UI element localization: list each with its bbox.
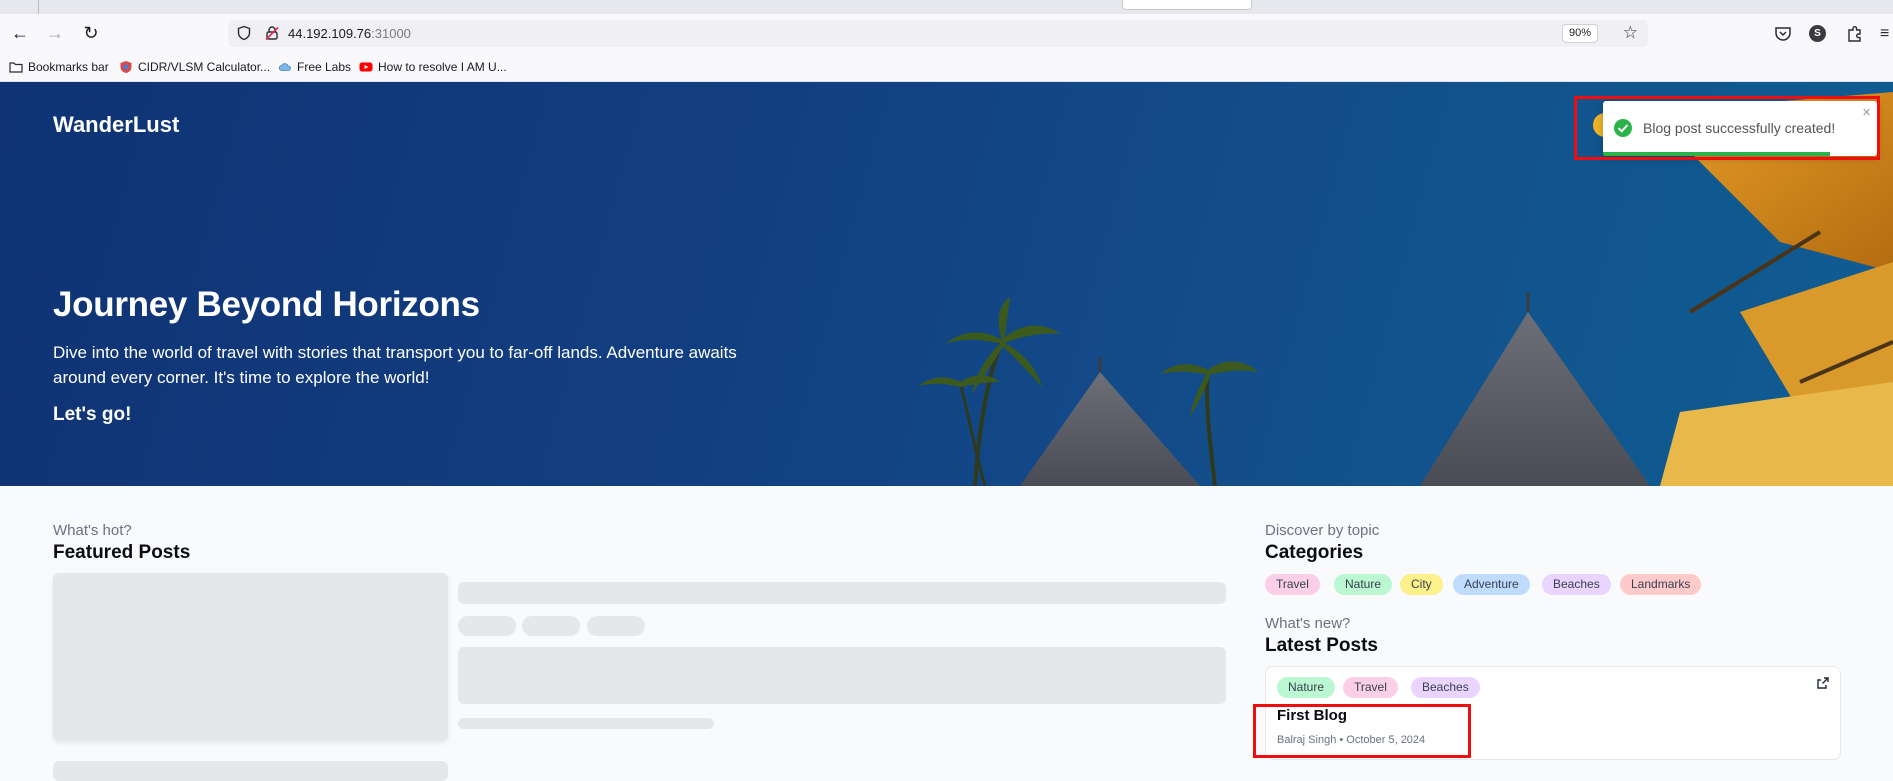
reload-button[interactable]: ↻ bbox=[80, 22, 102, 44]
profile-avatar[interactable]: S bbox=[1809, 25, 1826, 42]
navigation-toolbar: ← → ↻ 44.192.109.76:31000 90% ☆ S ≡ bbox=[0, 14, 1893, 52]
categories-eyebrow: Discover by topic bbox=[1265, 522, 1380, 539]
bookmark-item-free-labs[interactable]: Free Labs bbox=[278, 59, 351, 75]
forward-button[interactable]: → bbox=[44, 22, 66, 44]
zoom-level-badge[interactable]: 90% bbox=[1561, 24, 1598, 43]
site-logo[interactable]: WanderLust bbox=[53, 112, 179, 138]
bookmark-label: Bookmarks bar bbox=[28, 60, 109, 74]
address-bar[interactable]: 44.192.109.76:31000 90% ☆ bbox=[228, 20, 1648, 47]
youtube-icon bbox=[359, 62, 373, 72]
extensions-puzzle-icon[interactable] bbox=[1845, 24, 1865, 44]
bookmark-label: How to resolve I AM U... bbox=[378, 60, 507, 74]
bookmark-item-cidr-calculator[interactable]: CIDR/VLSM Calculator... bbox=[119, 59, 270, 75]
url-port: :31000 bbox=[371, 26, 411, 41]
bookmark-item-bookmarks-bar[interactable]: Bookmarks bar bbox=[9, 59, 109, 75]
category-chip-city[interactable]: City bbox=[1400, 574, 1443, 595]
annotation-highlight-toast bbox=[1574, 96, 1880, 160]
lets-go-link[interactable]: Let's go! bbox=[53, 404, 131, 426]
tab-strip bbox=[0, 0, 1893, 14]
post-tag-travel[interactable]: Travel bbox=[1343, 677, 1398, 698]
shield-icon[interactable] bbox=[236, 25, 252, 41]
insecure-lock-icon[interactable] bbox=[264, 25, 280, 41]
site-favicon bbox=[120, 61, 132, 73]
pocket-icon[interactable] bbox=[1773, 24, 1793, 44]
latest-eyebrow: What's new? bbox=[1265, 615, 1351, 632]
url-text[interactable]: 44.192.109.76:31000 bbox=[288, 26, 411, 41]
featured-image-skeleton-next bbox=[53, 761, 448, 781]
external-link-icon[interactable] bbox=[1816, 676, 1830, 690]
featured-eyebrow: What's hot? bbox=[53, 522, 132, 539]
bookmarks-toolbar: Bookmarks bar CIDR/VLSM Calculator... Fr… bbox=[0, 52, 1893, 82]
post-tag-nature[interactable]: Nature bbox=[1277, 677, 1336, 698]
category-chip-travel[interactable]: Travel bbox=[1265, 574, 1320, 595]
category-chip-beaches[interactable]: Beaches bbox=[1542, 574, 1611, 595]
bookmark-star-icon[interactable]: ☆ bbox=[1623, 24, 1638, 42]
featured-title-skeleton bbox=[458, 582, 1226, 604]
back-button[interactable]: ← bbox=[9, 22, 31, 44]
featured-title: Featured Posts bbox=[53, 542, 191, 563]
category-chip-adventure[interactable]: Adventure bbox=[1453, 574, 1530, 595]
annotation-highlight-post bbox=[1253, 704, 1471, 758]
category-chip-landmarks[interactable]: Landmarks bbox=[1620, 574, 1702, 595]
cloud-favicon bbox=[278, 63, 291, 71]
featured-meta-skeleton bbox=[458, 718, 714, 729]
menu-hamburger-icon[interactable]: ≡ bbox=[1880, 24, 1893, 44]
bookmark-item-youtube-video[interactable]: How to resolve I AM U... bbox=[359, 59, 507, 75]
hero-description: Dive into the world of travel with stori… bbox=[53, 343, 737, 387]
post-tag-beaches[interactable]: Beaches bbox=[1411, 677, 1480, 698]
featured-image-skeleton bbox=[53, 573, 448, 741]
tab-divider bbox=[38, 0, 39, 14]
featured-text-skeleton bbox=[458, 647, 1226, 704]
bookmark-label: CIDR/VLSM Calculator... bbox=[138, 60, 271, 74]
bookmark-label: Free Labs bbox=[297, 60, 352, 74]
category-chip-nature[interactable]: Nature bbox=[1334, 574, 1393, 595]
folder-icon bbox=[9, 62, 23, 73]
featured-tag-skeleton bbox=[522, 616, 580, 636]
url-host: 44.192.109.76 bbox=[288, 26, 372, 41]
active-tab-edge[interactable] bbox=[1122, 0, 1252, 10]
latest-title: Latest Posts bbox=[1265, 635, 1378, 656]
featured-tag-skeleton bbox=[587, 616, 645, 636]
hero-title: Journey Beyond Horizons bbox=[53, 285, 480, 324]
categories-title: Categories bbox=[1265, 542, 1364, 563]
featured-tag-skeleton bbox=[458, 616, 516, 636]
